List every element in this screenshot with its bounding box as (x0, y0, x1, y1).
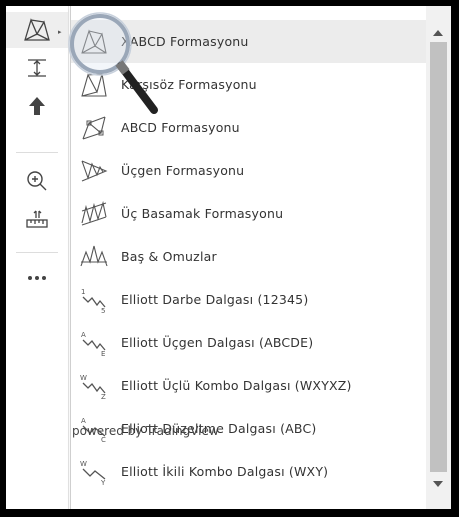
menu-item-label: Üçgen Formasyonu (121, 163, 245, 178)
menu-item-head-shoulders[interactable]: Baş & Omuzlar (71, 235, 426, 278)
svg-text:W: W (80, 374, 87, 382)
svg-text:W: W (80, 460, 87, 468)
tradingview-watermark: powered by TradingView (72, 424, 219, 438)
elliott-double-combo-icon: W Y (80, 460, 106, 487)
ruler-icon (26, 210, 48, 228)
menu-item-label: Elliott Üçlü Kombo Dalgası (WXYXZ) (121, 378, 352, 393)
elliott-impulse-icon: 1 5 (81, 288, 106, 315)
svg-text:Z: Z (101, 393, 106, 401)
more-tools-button[interactable] (6, 260, 68, 296)
scrollbar-thumb[interactable] (430, 42, 447, 472)
svg-text:A: A (81, 331, 86, 339)
menu-item-xabcd[interactable]: XABCD Formasyonu (71, 20, 426, 63)
menu-item-label: ABCD Formasyonu (121, 120, 240, 135)
menu-item-label: Baş & Omuzlar (121, 249, 217, 264)
drawing-tools-window: ▸ XABCD Formasyonu Karşısöz Formasyonu A… (6, 6, 451, 509)
more-icon (28, 276, 46, 280)
svg-text:5: 5 (101, 307, 105, 315)
head-shoulders-icon (80, 245, 108, 266)
elliott-triple-combo-icon: W Z (80, 374, 106, 401)
svg-text:E: E (101, 350, 105, 358)
elliott-triangle-icon: A E (81, 331, 106, 358)
menu-item-label: Karşısöz Formasyonu (121, 77, 257, 92)
menu-item-triangle[interactable]: Üçgen Formasyonu (71, 149, 426, 192)
arrow-tool-button[interactable] (6, 88, 68, 124)
triangle-pattern-icon (81, 159, 108, 182)
menu-item-label: Üç Basamak Formasyonu (121, 206, 284, 221)
svg-text:1: 1 (81, 288, 85, 296)
menu-item-label: XABCD Formasyonu (121, 34, 249, 49)
menu-item-label: Elliott İkili Kombo Dalgası (WXY) (121, 464, 329, 479)
ruler-tool-button[interactable] (6, 201, 68, 237)
zoom-in-icon (27, 171, 47, 191)
three-drives-pattern-icon (81, 200, 107, 226)
toolbar-divider (16, 152, 58, 153)
measure-tool-button[interactable] (6, 50, 68, 86)
menu-item-elliott-triangle[interactable]: A E Elliott Üçgen Dalgası (ABCDE) (71, 321, 426, 364)
left-toolbar: ▸ (6, 6, 69, 509)
abcd-pattern-icon (82, 115, 106, 140)
toolbar-divider (16, 252, 58, 253)
svg-text:Y: Y (100, 479, 106, 487)
cypher-pattern-icon (81, 72, 107, 97)
menu-item-cypher[interactable]: Karşısöz Formasyonu (71, 63, 426, 106)
measure-icon (28, 59, 46, 77)
menu-item-label: Elliott Üçgen Dalgası (ABCDE) (121, 335, 314, 350)
menu-item-elliott-double-combo[interactable]: W Y Elliott İkili Kombo Dalgası (WXY) (71, 450, 426, 493)
menu-scrollbar[interactable] (426, 6, 451, 509)
menu-item-label: Elliott Darbe Dalgası (12345) (121, 292, 309, 307)
scroll-down-icon[interactable] (433, 481, 443, 487)
xabcd-pattern-icon (81, 28, 107, 54)
submenu-arrow-icon: ▸ (58, 28, 62, 36)
menu-item-elliott-impulse[interactable]: 1 5 Elliott Darbe Dalgası (12345) (71, 278, 426, 321)
menu-item-elliott-triple-combo[interactable]: W Z Elliott Üçlü Kombo Dalgası (WXYXZ) (71, 364, 426, 407)
scroll-up-icon[interactable] (433, 30, 443, 36)
menu-item-abcd[interactable]: ABCD Formasyonu (71, 106, 426, 149)
menu-item-three-drives[interactable]: Üç Basamak Formasyonu (71, 192, 426, 235)
zoom-in-tool-button[interactable] (6, 163, 68, 199)
arrow-up-icon (29, 97, 45, 115)
patterns-icon (24, 18, 50, 41)
